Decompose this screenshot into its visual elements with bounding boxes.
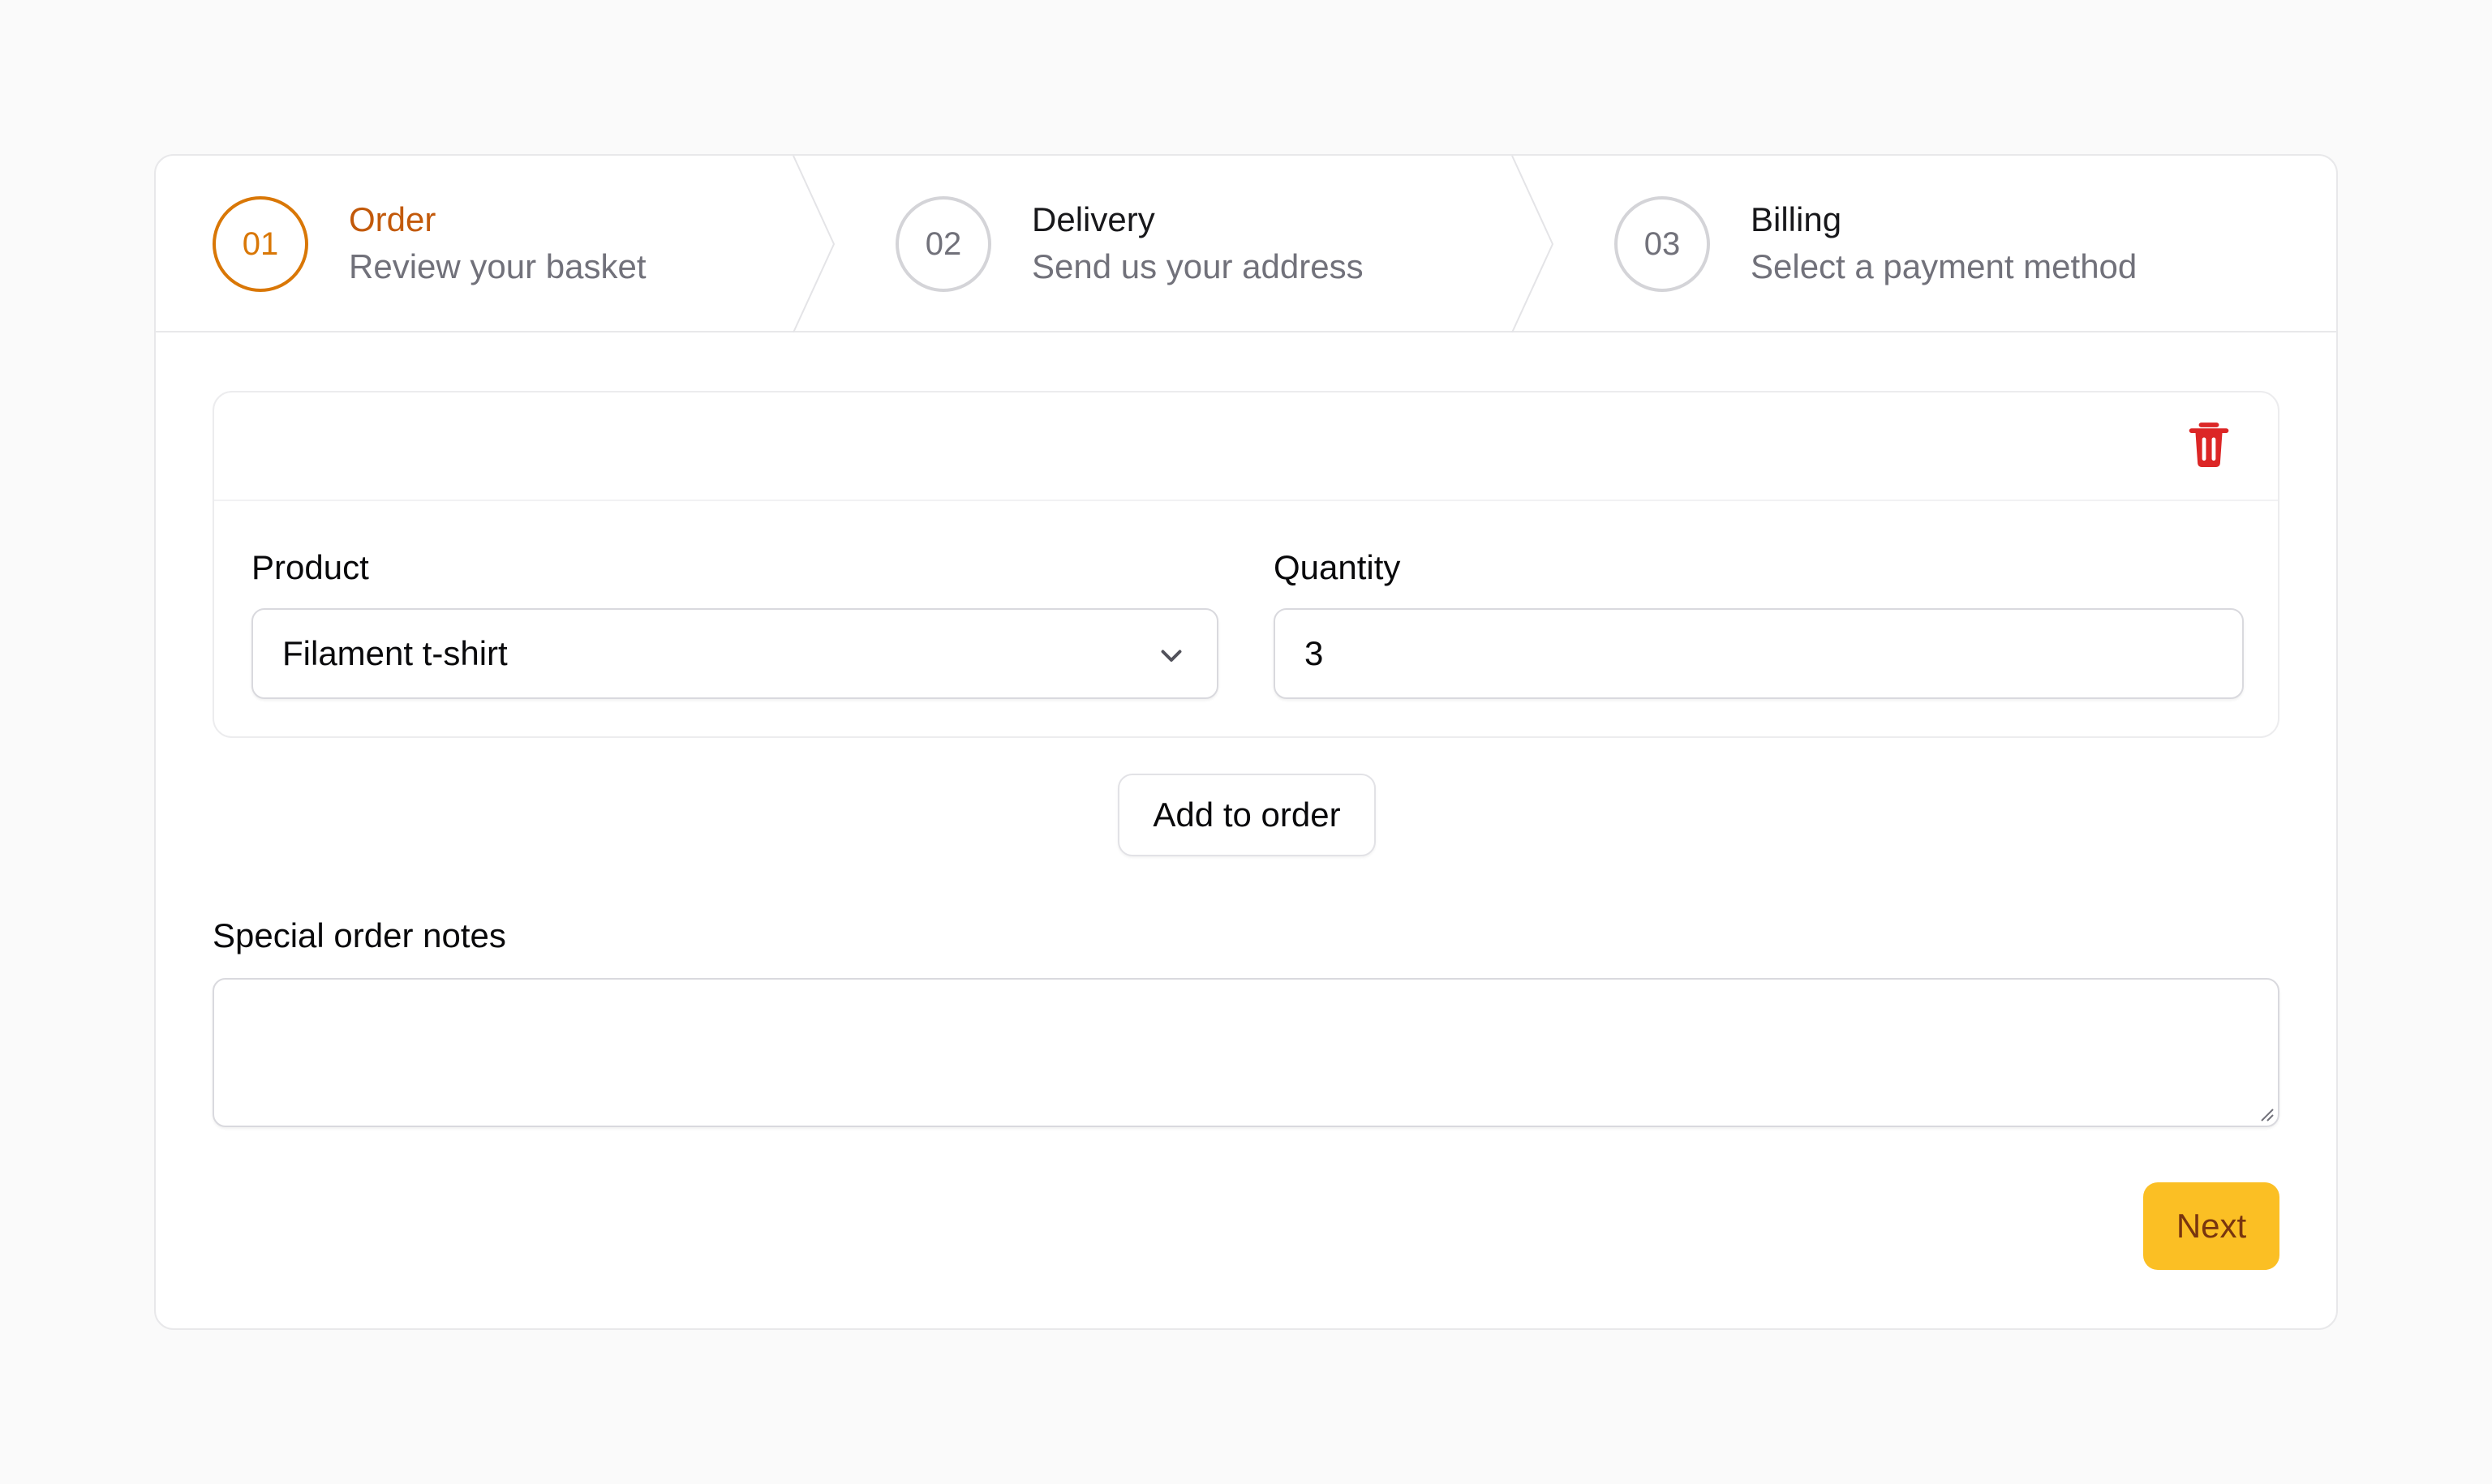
resize-handle-icon[interactable]	[2257, 1104, 2275, 1122]
step-number-circle: 01	[213, 196, 308, 292]
step-separator-icon	[793, 156, 836, 332]
add-to-order-button[interactable]: Add to order	[1118, 774, 1376, 856]
trash-icon[interactable]	[2185, 420, 2232, 470]
next-button[interactable]: Next	[2143, 1182, 2279, 1270]
step-title: Delivery	[1032, 200, 1155, 238]
wizard-steps: 01 Order Review your basket 02 Delivery …	[156, 156, 2336, 332]
step-description: Review your basket	[349, 247, 647, 285]
order-item-header	[214, 392, 2278, 501]
wizard-card: 01 Order Review your basket 02 Delivery …	[154, 154, 2338, 1330]
step-order[interactable]: 01 Order Review your basket	[213, 156, 647, 332]
step-title: Billing	[1751, 200, 1842, 238]
step-title: Order	[349, 200, 436, 238]
step-billing[interactable]: 03 Billing Select a payment method	[1614, 156, 2137, 332]
step-number-circle: 03	[1614, 196, 1710, 292]
notes-label: Special order notes	[213, 916, 506, 954]
step-description: Select a payment method	[1751, 247, 2138, 285]
product-label: Product	[251, 548, 369, 586]
quantity-value: 3	[1304, 634, 1324, 672]
step-number-circle: 02	[896, 196, 991, 292]
quantity-label: Quantity	[1274, 548, 1401, 586]
step-separator-icon	[1511, 156, 1554, 332]
step-description: Send us your address	[1032, 247, 1364, 285]
product-select-value: Filament t-shirt	[282, 634, 508, 672]
quantity-input[interactable]: 3	[1274, 608, 2244, 699]
order-item: Product Filament t-shirt Quantity 3	[213, 391, 2279, 738]
chevron-down-icon	[1161, 650, 1182, 662]
step-delivery[interactable]: 02 Delivery Send us your address	[896, 156, 1364, 332]
notes-textarea[interactable]	[213, 978, 2279, 1127]
product-select[interactable]: Filament t-shirt	[251, 608, 1218, 699]
